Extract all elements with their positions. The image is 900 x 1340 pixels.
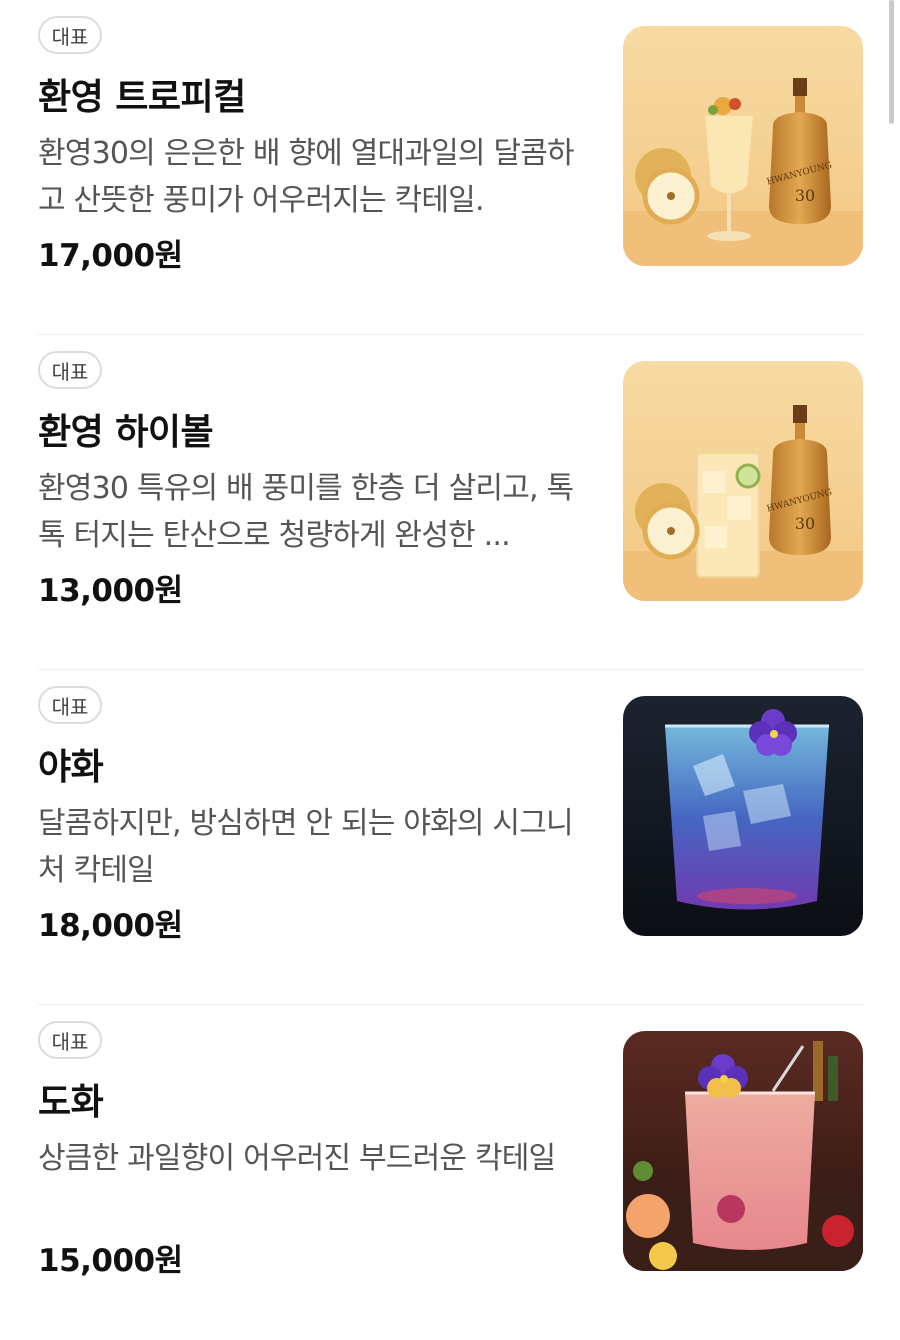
svg-text:30: 30: [795, 514, 815, 533]
menu-item-price: 13,000원: [38, 573, 183, 609]
menu-item-price: 17,000원: [38, 238, 183, 274]
tropical-cocktail-photo[interactable]: HWANYOUNG 30: [623, 26, 863, 266]
menu-item-dohwa[interactable]: 대표 도화 상큼한 과일향이 어우러진 부드러운 칵테일 15,000원: [38, 1005, 864, 1340]
representative-badge: 대표: [38, 686, 102, 724]
scrollbar[interactable]: [889, 0, 894, 124]
menu-item-highball[interactable]: 대표 환영 하이볼 환영30 특유의 배 풍미를 한층 더 살리고, 톡톡 터지…: [38, 335, 864, 670]
menu-item-price: 18,000원: [38, 908, 183, 944]
highball-photo[interactable]: HWANYOUNG 30: [623, 361, 863, 601]
menu-item-tropical[interactable]: 대표 환영 트로피컬 환영30의 은은한 배 향에 열대과일의 달콤하고 산뜻한…: [38, 0, 864, 335]
representative-badge: 대표: [38, 1021, 102, 1059]
menu-item-price: 15,000원: [38, 1243, 183, 1279]
pink-cocktail-photo[interactable]: [623, 1031, 863, 1271]
representative-badge: 대표: [38, 16, 102, 54]
menu-item-description: 상큼한 과일향이 어우러진 부드러운 칵테일: [38, 1141, 556, 1176]
highball-image: HWANYOUNG 30: [623, 361, 863, 601]
menu-item-name: 도화: [38, 1082, 104, 1123]
menu-item-name: 환영 트로피컬: [38, 77, 246, 118]
tropical-cocktail-image: HWANYOUNG 30: [623, 26, 863, 266]
menu-item-name: 야화: [38, 747, 104, 788]
menu-item-yahwa[interactable]: 대표 야화 달콤하지만, 방심하면 안 되는 야화의 시그니처 칵테일 18,0…: [38, 670, 864, 1005]
blue-cocktail-image: [623, 696, 863, 936]
menu-item-name: 환영 하이볼: [38, 412, 214, 453]
menu-item-description: 환영30 특유의 배 풍미를 한층 더 살리고, 톡톡 터지는 탄산으로 청량하…: [38, 471, 574, 553]
menu-item-description: 환영30의 은은한 배 향에 열대과일의 달콤하고 산뜻한 풍미가 어우러지는 …: [38, 136, 575, 218]
representative-badge: 대표: [38, 351, 102, 389]
pink-cocktail-image: [623, 1031, 863, 1271]
blue-cocktail-photo[interactable]: [623, 696, 863, 936]
svg-text:30: 30: [795, 186, 815, 205]
menu-item-description: 달콤하지만, 방심하면 안 되는 야화의 시그니처 칵테일: [38, 806, 574, 888]
